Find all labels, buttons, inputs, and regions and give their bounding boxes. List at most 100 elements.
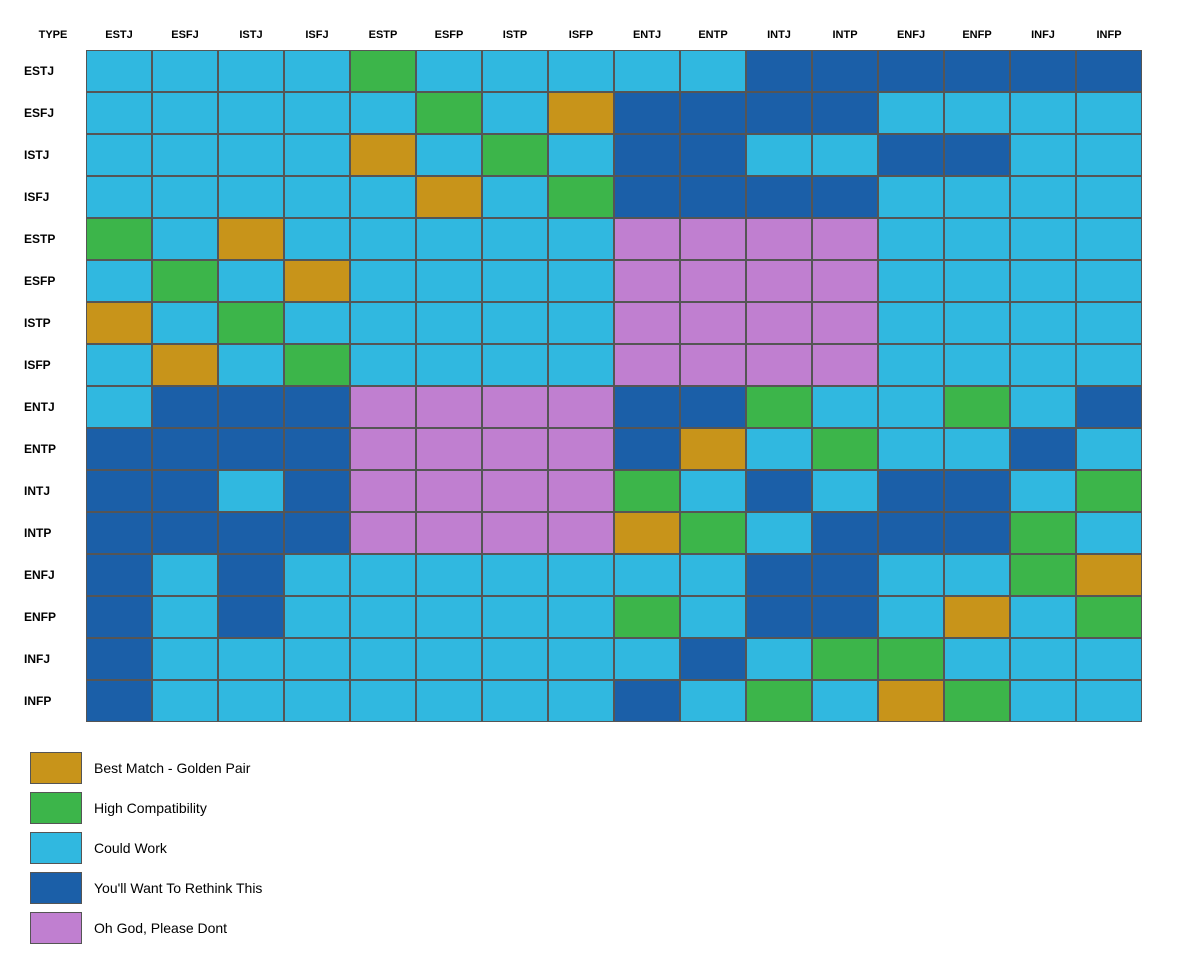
cell-ESTJ-ESFP: [416, 50, 482, 92]
cell-ISTJ-ENFP: [944, 134, 1010, 176]
cell-ISTP-ISFP: [548, 302, 614, 344]
cell-ENTP-ENTP: [680, 428, 746, 470]
cell-ESTP-ISFJ: [284, 218, 350, 260]
cell-ESFP-ISTP: [482, 260, 548, 302]
cell-ISFJ-ENFP: [944, 176, 1010, 218]
cell-ESFP-ESTJ: [86, 260, 152, 302]
cell-ESTJ-ISFJ: [284, 50, 350, 92]
cell-ENTP-INTP: [812, 428, 878, 470]
cell-INTP-INFJ: [1010, 512, 1076, 554]
col-header-ISFP: ISFP: [548, 20, 614, 50]
cell-ESTJ-INTP: [812, 50, 878, 92]
cell-ISTP-ENTP: [680, 302, 746, 344]
cell-INTJ-ESFP: [416, 470, 482, 512]
cell-ISTJ-ESTJ: [86, 134, 152, 176]
legend-box-green: [30, 792, 82, 824]
legend-text-blue: You'll Want To Rethink This: [94, 880, 262, 896]
cell-ESFJ-ENFP: [944, 92, 1010, 134]
cell-ESFJ-ISTJ: [218, 92, 284, 134]
cell-INFP-ENFP: [944, 680, 1010, 722]
cell-INFJ-ISTJ: [218, 638, 284, 680]
cell-INFP-ESTP: [350, 680, 416, 722]
cell-INFJ-ISFP: [548, 638, 614, 680]
cell-ENTJ-ISTP: [482, 386, 548, 428]
cell-ENTP-ENFJ: [878, 428, 944, 470]
cell-INTJ-INFJ: [1010, 470, 1076, 512]
legend-box-cyan: [30, 832, 82, 864]
cell-INTP-ISTJ: [218, 512, 284, 554]
cell-INTJ-ISFJ: [284, 470, 350, 512]
cell-ISFJ-INTJ: [746, 176, 812, 218]
cell-ENFP-ISTP: [482, 596, 548, 638]
col-header-ENFP: ENFP: [944, 20, 1010, 50]
col-header-INFP: INFP: [1076, 20, 1142, 50]
cell-ESTJ-INTJ: [746, 50, 812, 92]
row-label-ISFJ: ISFJ: [20, 176, 86, 218]
cell-ESTP-INTP: [812, 218, 878, 260]
row-label-ISFP: ISFP: [20, 344, 86, 386]
cell-ISFP-ESFP: [416, 344, 482, 386]
cell-ENTP-ISTJ: [218, 428, 284, 470]
cell-ISTJ-ESFP: [416, 134, 482, 176]
col-header-INFJ: INFJ: [1010, 20, 1076, 50]
grid-wrapper: TYPEESTJESFJISTJISFJESTPESFPISTPISFPENTJ…: [20, 20, 1142, 722]
cell-ESTJ-ESTP: [350, 50, 416, 92]
cell-ESFJ-INFJ: [1010, 92, 1076, 134]
cell-ISFJ-ISFP: [548, 176, 614, 218]
cell-ISFP-ESTJ: [86, 344, 152, 386]
cell-ENTP-ENFP: [944, 428, 1010, 470]
cell-ESTP-ISTJ: [218, 218, 284, 260]
legend-item-purple: Oh God, Please Dont: [30, 912, 262, 944]
cell-INTJ-ISTP: [482, 470, 548, 512]
cell-ENFP-ESTJ: [86, 596, 152, 638]
cell-ISFP-ENTJ: [614, 344, 680, 386]
cell-ESFP-ISTJ: [218, 260, 284, 302]
col-header-ENFJ: ENFJ: [878, 20, 944, 50]
cell-INFP-INTP: [812, 680, 878, 722]
row-label-INTJ: INTJ: [20, 470, 86, 512]
cell-ISFJ-ESFJ: [152, 176, 218, 218]
cell-ENTP-ESFJ: [152, 428, 218, 470]
cell-ESTJ-ISTJ: [218, 50, 284, 92]
cell-ISFP-ISFJ: [284, 344, 350, 386]
cell-ENTP-INFJ: [1010, 428, 1076, 470]
table-row: INFP: [20, 680, 1142, 722]
cell-INFP-ESFP: [416, 680, 482, 722]
cell-INTP-ISTP: [482, 512, 548, 554]
cell-ENFJ-ISFJ: [284, 554, 350, 596]
cell-ENFP-INTJ: [746, 596, 812, 638]
legend-item-blue: You'll Want To Rethink This: [30, 872, 262, 904]
cell-ENFP-ENTP: [680, 596, 746, 638]
table-row: ENTJ: [20, 386, 1142, 428]
cell-ISTJ-ISTP: [482, 134, 548, 176]
row-label-INTP: INTP: [20, 512, 86, 554]
cell-ISFJ-ISTJ: [218, 176, 284, 218]
cell-ISFJ-ENTJ: [614, 176, 680, 218]
cell-ISTJ-ESFJ: [152, 134, 218, 176]
cell-ENTJ-INTJ: [746, 386, 812, 428]
cell-INFJ-INTJ: [746, 638, 812, 680]
cell-ESFP-ENFJ: [878, 260, 944, 302]
cell-ISTP-ISTJ: [218, 302, 284, 344]
cell-ENFP-ISFJ: [284, 596, 350, 638]
cell-INTJ-ISFP: [548, 470, 614, 512]
cell-INFJ-ESTJ: [86, 638, 152, 680]
cell-ISFP-ISTJ: [218, 344, 284, 386]
row-label-ENTJ: ENTJ: [20, 386, 86, 428]
cell-ESFJ-ISTP: [482, 92, 548, 134]
cell-ISTP-ENFP: [944, 302, 1010, 344]
row-label-ENFJ: ENFJ: [20, 554, 86, 596]
cell-ESFP-INFJ: [1010, 260, 1076, 302]
cell-INTJ-ESTJ: [86, 470, 152, 512]
cell-ENFP-ENFJ: [878, 596, 944, 638]
legend-box-gold: [30, 752, 82, 784]
cell-ISTP-INFJ: [1010, 302, 1076, 344]
table-row: ESFJ: [20, 92, 1142, 134]
cell-ENTJ-INTP: [812, 386, 878, 428]
cell-ISTJ-INTJ: [746, 134, 812, 176]
cell-ESFP-ESFJ: [152, 260, 218, 302]
cell-ESFP-ESTP: [350, 260, 416, 302]
cell-ENTP-ENTJ: [614, 428, 680, 470]
cell-INTP-ESTP: [350, 512, 416, 554]
table-row: ENFJ: [20, 554, 1142, 596]
